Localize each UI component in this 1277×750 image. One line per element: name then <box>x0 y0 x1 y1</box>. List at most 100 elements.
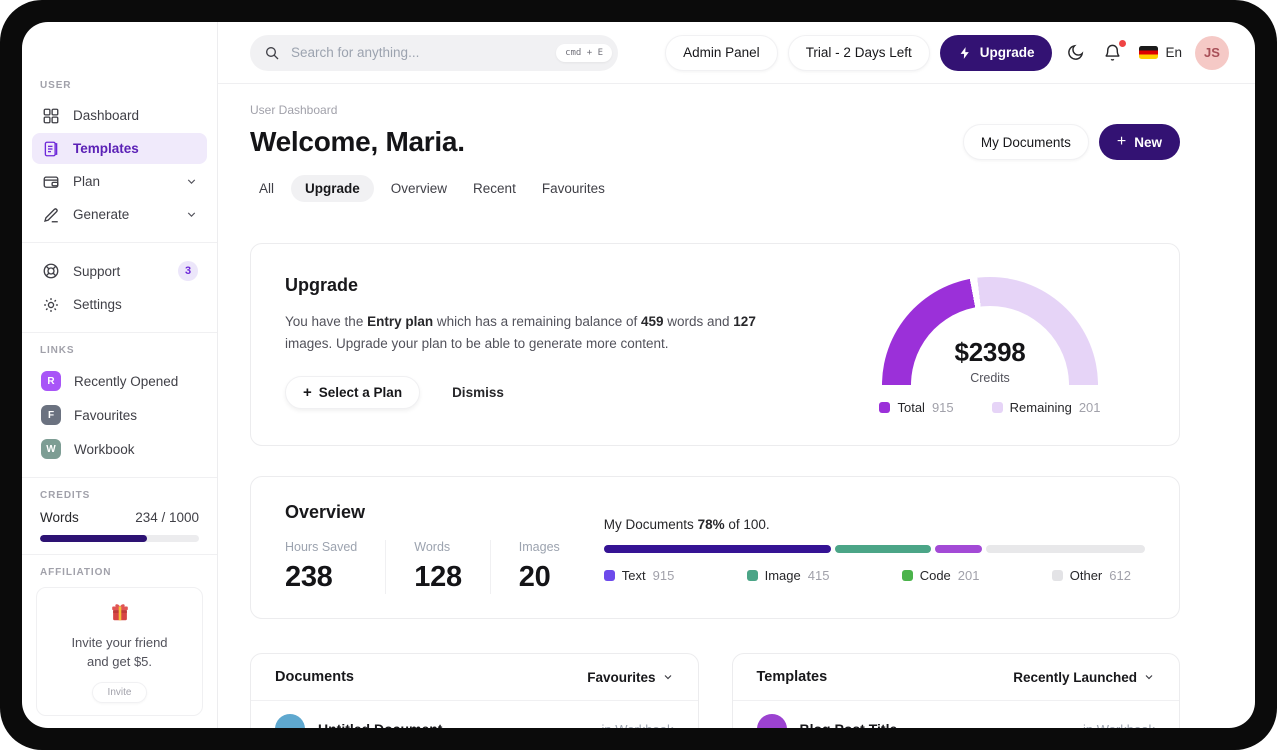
stat-images: Images 20 <box>518 540 560 593</box>
admin-panel-button[interactable]: Admin Panel <box>665 34 778 71</box>
sidebar-item-generate[interactable]: Generate <box>32 199 207 230</box>
documents-filter-dropdown[interactable]: Favourites <box>587 670 673 685</box>
credits-row: Words 234 / 1000 <box>40 510 199 525</box>
affiliation-text: Invite your friend and get $5. <box>71 635 168 669</box>
dismiss-button[interactable]: Dismiss <box>446 384 510 401</box>
credits-progress-track <box>40 535 199 542</box>
templates-document-icon <box>41 139 60 158</box>
sidebar-item-label: Dashboard <box>73 108 140 123</box>
documents-progress-chart: My Documents 78% of 100. Text 915 Image … <box>603 502 1145 594</box>
search-shortcut-kbd: cmd + E <box>556 43 612 62</box>
templates-filter-dropdown[interactable]: Recently Launched <box>1013 670 1155 685</box>
select-a-plan-button[interactable]: + Select a Plan <box>285 375 421 409</box>
gauge-legend: Total 915 Remaining 201 <box>879 400 1101 415</box>
sidebar-item-label: Favourites <box>74 407 138 423</box>
page-title: Welcome, Maria. <box>250 126 465 157</box>
plus-icon: + <box>1116 133 1127 150</box>
bar-segment-image <box>835 545 931 553</box>
legend-item-remaining: Remaining 201 <box>991 400 1101 415</box>
template-avatar <box>756 714 787 728</box>
sidebar-link-favourites[interactable]: F Favourites <box>32 399 207 431</box>
user-avatar[interactable]: JS <box>1195 35 1229 70</box>
credits-name: Words <box>40 510 79 525</box>
documents-card: Documents Favourites Untitled Document i… <box>250 653 699 728</box>
sidebar-item-settings[interactable]: Settings <box>32 289 207 320</box>
sidebar-divider <box>22 554 217 555</box>
my-documents-button[interactable]: My Documents <box>962 124 1089 160</box>
search-input[interactable] <box>289 44 548 61</box>
topbar: cmd + E Admin Panel Trial - 2 Days Left … <box>218 22 1255 84</box>
gauge-center: $2398 Credits <box>882 337 1098 385</box>
bar-segment-other <box>986 545 1145 553</box>
pencil-icon <box>41 205 60 224</box>
dark-mode-toggle[interactable] <box>1062 39 1089 66</box>
plus-icon: + <box>303 383 312 401</box>
upgrade-button[interactable]: Upgrade <box>939 34 1053 71</box>
sidebar-divider <box>22 332 217 333</box>
invite-button[interactable]: Invite <box>91 681 148 703</box>
bar-segment-text <box>603 545 832 553</box>
legend-item-other: Other 612 <box>1051 568 1131 583</box>
sidebar-item-plan[interactable]: Plan <box>32 166 207 197</box>
template-list-item[interactable]: Blog Post Title in Workbook <box>733 701 1180 728</box>
document-avatar <box>275 714 305 728</box>
tab-overview[interactable]: Overview <box>382 175 456 202</box>
sidebar-item-templates[interactable]: Templates <box>32 133 207 164</box>
sidebar-section-affiliation-label: AFFILIATION <box>40 567 112 578</box>
overview-stats: Hours Saved 238 Words 128 Images 20 <box>285 540 560 594</box>
legend-swatch <box>901 570 913 581</box>
notifications-button[interactable] <box>1099 39 1127 66</box>
upgrade-card-left: Upgrade You have the Entry plan which ha… <box>285 275 785 415</box>
legend-item-code: Code 201 <box>901 568 979 583</box>
trial-badge-button[interactable]: Trial - 2 Days Left <box>787 34 930 71</box>
support-count-badge: 3 <box>178 261 198 281</box>
legend-swatch <box>603 570 615 581</box>
sidebar-divider <box>22 477 217 478</box>
credits-value: 234 / 1000 <box>135 510 199 525</box>
device-frame: USER Dashboard Templates Plan Generate S… <box>0 0 1277 750</box>
upgrade-card-title: Upgrade <box>285 275 359 295</box>
overview-card: Overview Hours Saved 238 Words 128 Image… <box>250 476 1180 619</box>
dashboard-grid-icon <box>41 106 60 125</box>
tab-upgrade[interactable]: Upgrade <box>291 175 374 202</box>
legend-item-text: Text 915 <box>603 568 674 583</box>
chevron-down-icon <box>664 675 671 680</box>
gauge-caption: Credits <box>970 371 1010 385</box>
sidebar-item-label: Generate <box>73 207 130 222</box>
upgrade-card: Upgrade You have the Entry plan which ha… <box>250 243 1180 446</box>
sidebar-section-links-label: LINKS <box>40 345 75 356</box>
language-selector[interactable]: En <box>1139 45 1182 60</box>
tab-favourites[interactable]: Favourites <box>533 175 614 202</box>
sidebar-item-label: Templates <box>73 141 139 156</box>
tab-all[interactable]: All <box>250 175 283 202</box>
sidebar-item-support[interactable]: Support 3 <box>32 255 207 287</box>
sidebar-link-recently-opened[interactable]: R Recently Opened <box>32 365 207 397</box>
legend-swatch <box>1051 570 1063 581</box>
search-bar: cmd + E <box>250 34 618 71</box>
new-button[interactable]: + New <box>1098 124 1180 160</box>
legend-item-image: Image 415 <box>746 568 829 583</box>
gauge-value: $2398 <box>954 337 1026 367</box>
overview-card-left: Overview Hours Saved 238 Words 128 Image… <box>285 502 560 594</box>
dashboard-content: User Dashboard Welcome, Maria. My Docume… <box>218 84 1255 728</box>
document-list-item[interactable]: Untitled Document in Workbook <box>251 701 698 728</box>
legend-swatch <box>879 402 891 413</box>
germany-flag-icon <box>1139 46 1159 59</box>
progress-legend: Text 915 Image 415 Code 201 Other 612 <box>603 568 1145 583</box>
lifebuoy-icon <box>41 262 60 281</box>
workbook-badge: W <box>41 439 61 459</box>
overview-card-title: Overview <box>285 502 366 522</box>
chevron-down-icon <box>185 208 198 221</box>
chevron-down-icon <box>185 175 198 188</box>
credits-gauge-chart: $2398 Credits Total 915 Remaining 201 <box>845 277 1135 415</box>
affiliation-card: Invite your friend and get $5. Invite <box>36 587 203 716</box>
progress-label: My Documents 78% of 100. <box>603 517 770 532</box>
stat-words: Words 128 <box>414 540 491 594</box>
sidebar-link-workbook[interactable]: W Workbook <box>32 433 207 465</box>
half-donut-gauge: $2398 Credits <box>882 277 1098 385</box>
tab-recent[interactable]: Recent <box>464 175 525 202</box>
sidebar-item-dashboard[interactable]: Dashboard <box>32 100 207 131</box>
sidebar-item-label: Workbook <box>74 441 135 457</box>
bar-segment-code <box>934 545 983 553</box>
templates-card: Templates Recently Launched Blog Post Ti… <box>731 653 1180 728</box>
